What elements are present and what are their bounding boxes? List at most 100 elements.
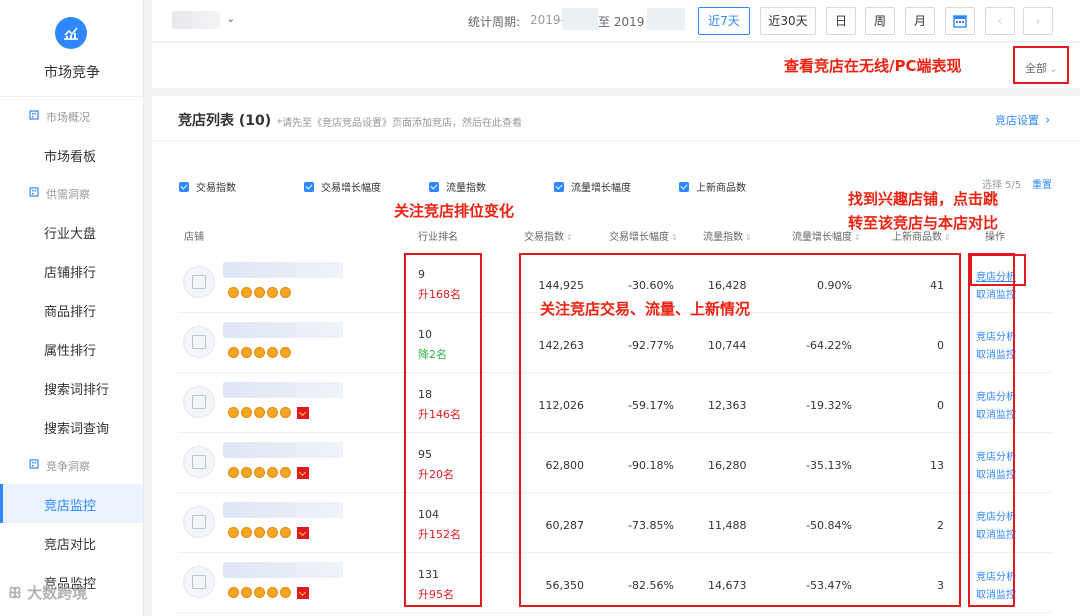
sidebar-item-search-query[interactable]: 搜索词查询 <box>0 407 143 446</box>
calendar-icon[interactable] <box>945 7 975 35</box>
sidebar-item-competitor-monitor[interactable]: 竞店监控 <box>0 484 143 523</box>
sidebar-item-shop-rank[interactable]: 店铺排行 <box>0 251 143 290</box>
shop-name-masked[interactable] <box>223 382 343 398</box>
shop-rating <box>228 347 293 366</box>
period-7d-button[interactable]: 近7天 <box>698 7 750 35</box>
divider <box>152 140 1080 141</box>
shop-selector[interactable] <box>172 11 220 29</box>
date-from-masked <box>562 8 598 30</box>
sidebar-item-competitor-compare[interactable]: 竞店对比 <box>0 523 143 562</box>
shop-avatar <box>183 386 215 418</box>
nav-section-label: 竞争洞察 <box>46 460 90 473</box>
rank-column-highlight <box>404 253 482 607</box>
checkbox-checked-icon <box>429 182 439 192</box>
nav-section-label: 供需洞察 <box>46 188 90 201</box>
star-icon <box>267 467 278 478</box>
sidebar-item-market-board[interactable]: 市场看板 <box>0 135 143 174</box>
watermark-logo-icon: ꕥ <box>8 584 28 602</box>
checkbox-traffic-index[interactable]: 流量指数 <box>429 179 486 194</box>
star-icon <box>267 587 278 598</box>
period-30d-button[interactable]: 近30天 <box>760 7 816 35</box>
shop-avatar <box>183 326 215 358</box>
sidebar-item-industry[interactable]: 行业大盘 <box>0 212 143 251</box>
chevron-down-icon[interactable]: ⌄ <box>226 12 235 25</box>
column-header-trade-growth[interactable]: 交易增长幅度 ⇕ <box>609 228 678 243</box>
nav-section-label: 市场概况 <box>46 111 90 124</box>
shop-avatar <box>183 566 215 598</box>
merchant-badge-icon <box>297 587 309 599</box>
column-header-trade-index[interactable]: 交易指数 ⇕ <box>524 228 573 243</box>
device-annotation: 查看竞店在无线/PC端表现 <box>784 57 962 75</box>
checkbox-trade-index[interactable]: 交易指数 <box>179 179 236 194</box>
checkbox-checked-icon <box>679 182 689 192</box>
actions-column-highlight <box>968 253 1015 607</box>
star-icon <box>228 527 239 538</box>
star-icon <box>241 587 252 598</box>
period-day-button[interactable]: 日 <box>826 7 856 35</box>
shop-icon <box>192 395 206 409</box>
shop-name-masked[interactable] <box>223 562 343 578</box>
shop-name-masked[interactable] <box>223 262 343 278</box>
merchant-badge-icon <box>297 467 309 479</box>
next-period-icon[interactable]: › <box>1023 7 1053 35</box>
period-label: 统计周期: <box>468 15 521 29</box>
star-icon <box>280 467 291 478</box>
column-header-shop: 店铺 <box>184 232 204 243</box>
checkbox-trade-growth[interactable]: 交易增长幅度 <box>304 179 381 194</box>
shop-rating <box>228 527 309 546</box>
panel-title: 竞店列表 (10) <box>178 113 272 129</box>
date-from: 2019- <box>530 13 565 27</box>
star-icon <box>267 527 278 538</box>
checkbox-checked-icon <box>179 182 189 192</box>
star-icon <box>241 527 252 538</box>
sidebar-title: 市场竞争 <box>44 65 100 81</box>
shop-name-masked[interactable] <box>223 322 343 338</box>
device-filter-bar: 查看竞店在无线/PC端表现 全部 ⌄ <box>152 43 1080 88</box>
sidebar-item-product-rank[interactable]: 商品排行 <box>0 290 143 329</box>
star-icon <box>254 407 265 418</box>
sort-icon: ⇕ <box>854 233 861 242</box>
star-icon <box>267 347 278 358</box>
reset-link[interactable]: 重置 <box>1032 176 1052 191</box>
shop-name-masked[interactable] <box>223 442 343 458</box>
shop-icon <box>192 515 206 529</box>
shop-avatar <box>183 266 215 298</box>
date-to-masked <box>647 8 685 30</box>
sort-icon: ⇕ <box>944 233 951 242</box>
star-icon <box>228 287 239 298</box>
competitor-settings-link[interactable]: 竞店设置 › <box>995 112 1050 128</box>
shop-icon <box>192 275 206 289</box>
checkbox-new-items[interactable]: 上新商品数 <box>679 179 746 194</box>
column-header-traffic-index[interactable]: 流量指数 ⇕ <box>703 228 752 243</box>
checkbox-checked-icon <box>554 182 564 192</box>
prev-period-icon[interactable]: ‹ <box>985 7 1015 35</box>
merchant-badge-icon <box>297 407 309 419</box>
checkbox-traffic-growth[interactable]: 流量增长幅度 <box>554 179 631 194</box>
shop-rating <box>228 587 309 606</box>
star-icon <box>241 347 252 358</box>
shop-icon <box>192 575 206 589</box>
shop-icon <box>192 455 206 469</box>
sort-icon: ⇕ <box>745 233 752 242</box>
sidebar-item-attr-rank[interactable]: 属性排行 <box>0 329 143 368</box>
building-icon <box>29 187 39 197</box>
device-filter-select[interactable]: 全部 ⌄ <box>1025 60 1058 76</box>
market-chart-icon <box>55 17 87 49</box>
action-annotation-line2: 转至该竞店与本店对比 <box>848 214 999 232</box>
competitor-list-panel: 竞店列表 (10) *请先至《竞店竞品设置》页面添加竞店，然后在此查看 竞店设置… <box>152 96 1080 616</box>
star-icon <box>280 407 291 418</box>
period-week-button[interactable]: 周 <box>865 7 895 35</box>
chevron-right-icon: › <box>1045 113 1051 128</box>
watermark: ꕥ 大数跨境 <box>8 584 88 602</box>
shop-name-masked[interactable] <box>223 502 343 518</box>
date-to: 至 2019 <box>598 15 645 29</box>
star-icon <box>241 467 252 478</box>
star-icon <box>228 587 239 598</box>
star-icon <box>280 587 291 598</box>
building-icon <box>29 459 39 469</box>
period-month-button[interactable]: 月 <box>905 7 935 35</box>
analyze-button-highlight <box>970 254 1026 286</box>
sidebar-item-search-rank[interactable]: 搜索词排行 <box>0 368 143 407</box>
star-icon <box>241 287 252 298</box>
rank-annotation: 关注竞店排位变化 <box>394 202 515 220</box>
